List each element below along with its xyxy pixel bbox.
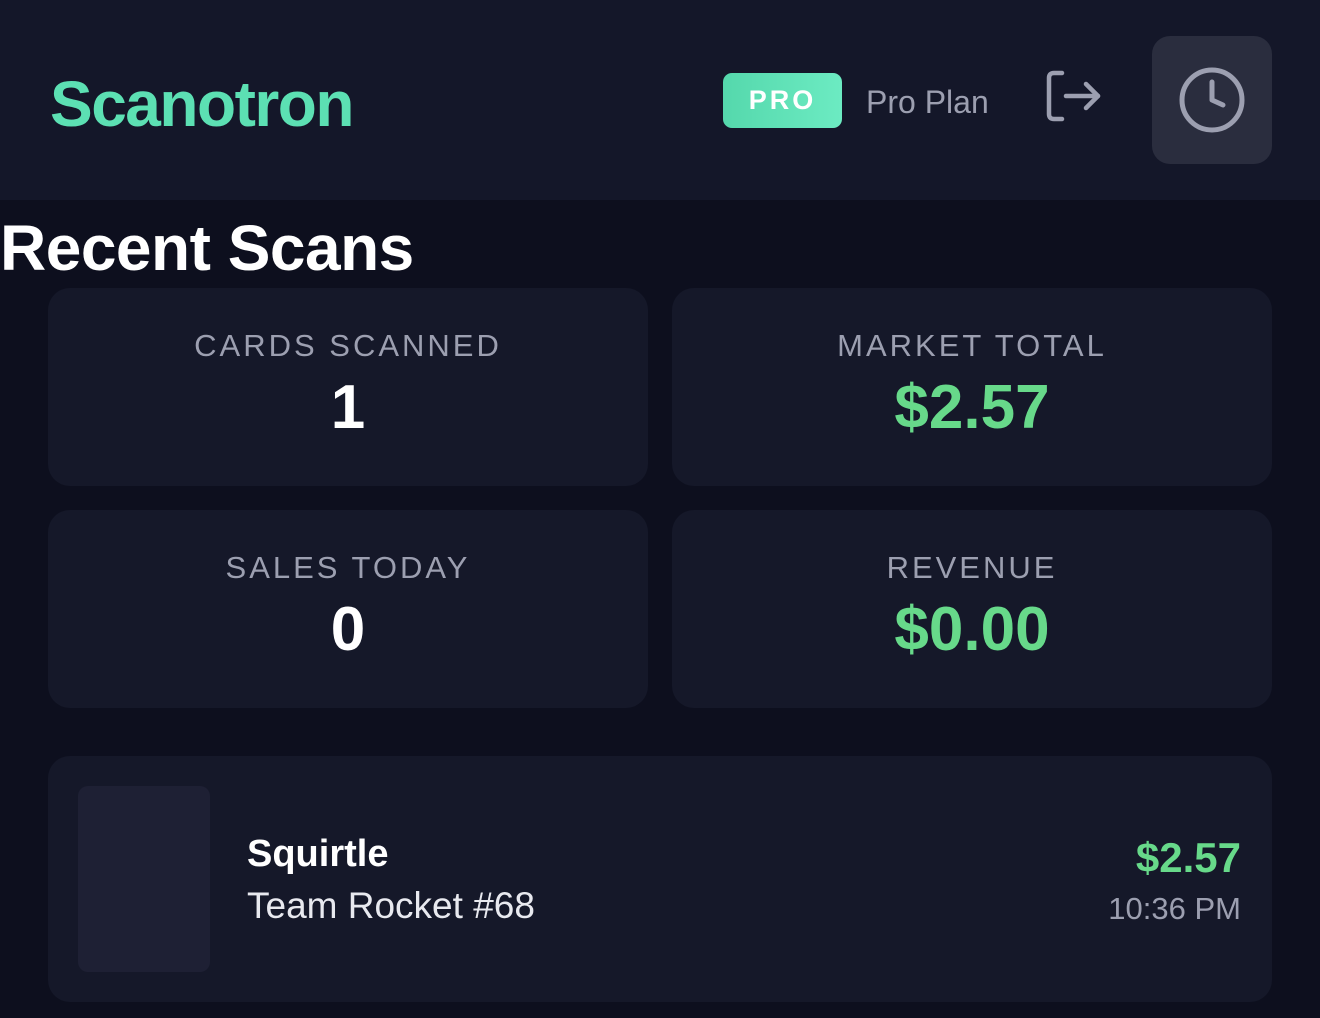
scan-list-item[interactable]: Squirtle Team Rocket #68 $2.57 10:36 PM: [48, 756, 1272, 1002]
stat-value: 1: [330, 373, 366, 442]
scan-time: 10:36 PM: [1108, 891, 1241, 926]
card-set: Team Rocket #68: [247, 885, 535, 926]
app-logo: Scanotron: [50, 68, 354, 140]
stat-card-cards-scanned: CARDS SCANNED 1: [48, 288, 648, 486]
history-button[interactable]: [1152, 36, 1272, 164]
stat-label: CARDS SCANNED: [194, 328, 502, 363]
plan-label: Pro Plan: [866, 84, 989, 120]
page-title: Recent Scans: [0, 212, 414, 284]
stat-card-market-total: MARKET TOTAL $2.57: [672, 288, 1272, 486]
stat-card-revenue: REVENUE $0.00: [672, 510, 1272, 708]
card-name: Squirtle: [247, 833, 389, 875]
stat-label: REVENUE: [886, 550, 1058, 585]
app-header: Scanotron PRO Pro Plan: [0, 0, 1320, 200]
stat-value: $2.57: [894, 373, 1050, 442]
stat-label: MARKET TOTAL: [837, 328, 1107, 363]
logout-icon: [1046, 70, 1101, 122]
stat-value: 0: [330, 595, 366, 664]
clock-icon: [1179, 67, 1245, 133]
stat-card-sales-today: SALES TODAY 0: [48, 510, 648, 708]
pro-badge: PRO: [723, 73, 842, 128]
card-price: $2.57: [1135, 834, 1241, 881]
logout-button[interactable]: [1040, 66, 1106, 126]
card-thumbnail: [78, 786, 210, 972]
stat-value: $0.00: [894, 595, 1050, 664]
stat-label: SALES TODAY: [225, 550, 471, 585]
